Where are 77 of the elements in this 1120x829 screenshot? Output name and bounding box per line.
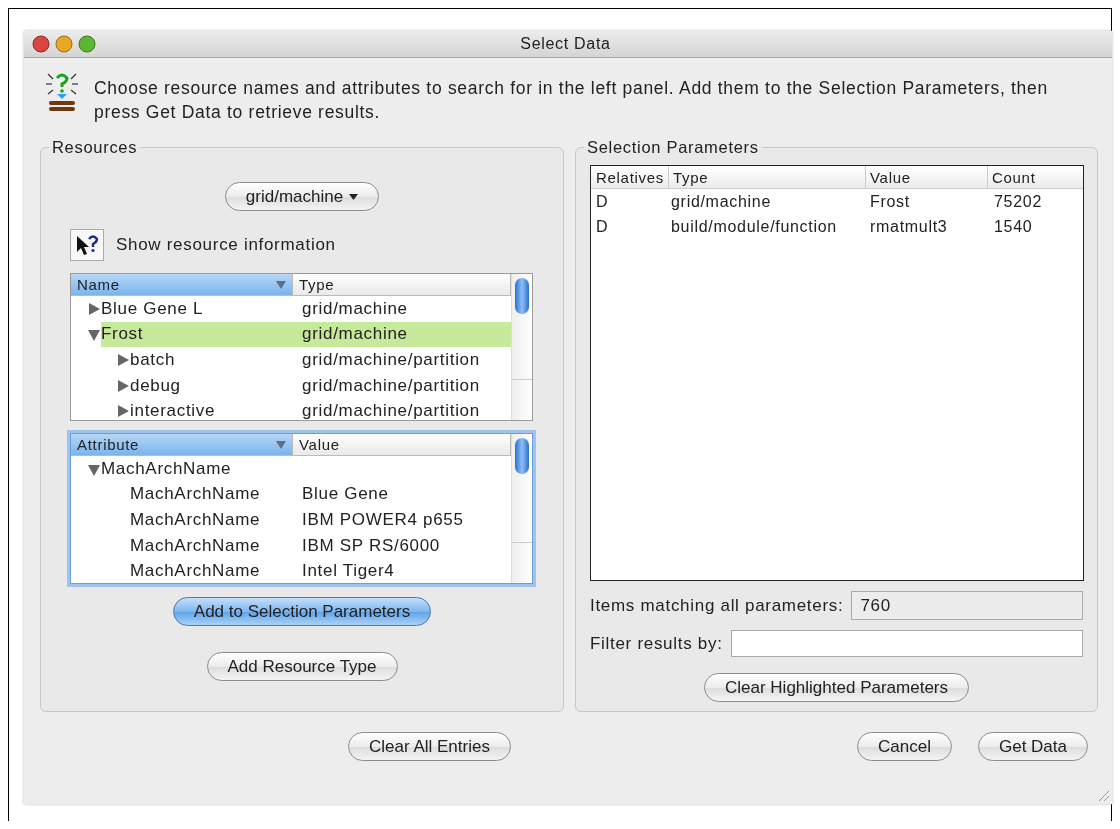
tree-cell-text: batch [130,350,177,370]
sort-arrow-icon [276,440,286,449]
table-cell-text: Frost [869,192,911,211]
column-header[interactable]: Value [866,166,988,188]
matching-count-field: 760 [851,591,1083,620]
scrollbar[interactable] [511,434,532,583]
tree-cell-text: grid/machine/partition [301,375,480,396]
filter-field[interactable] [730,630,1083,657]
table-cell-text: 1540 [993,217,1034,236]
table-cell-text: D [595,217,610,236]
column-header[interactable]: Count [988,166,1083,188]
tree-cell-text: MachArchName [130,535,262,556]
dialog-button[interactable]: Cancel [857,732,952,761]
panel-title: Selection Parameters [586,138,760,157]
attribute-tree[interactable]: Attribute Value MachArchName MachArchName Blue Gene MachArchName IBM POWER4 p655 MachArchName IBM SP RS/6000 MachArchName Intel Tiger4 [70,433,533,584]
tree-cell-text: MachArchName [130,484,262,505]
matching-label: Items matching all parameters: [590,595,844,616]
tree-cell-text: debug [130,375,182,396]
close-icon[interactable] [32,35,50,53]
tree-cell-text: grid/machine [301,298,408,319]
expand-triangle-icon[interactable] [87,301,101,316]
info-label: Show resource information [116,235,336,255]
tree-cell-text: Frost [101,324,145,345]
tree-row[interactable]: interactive grid/machine/partition [130,398,511,420]
clear-highlighted-button[interactable]: Clear Highlighted Parameters [704,673,969,702]
tree-row[interactable]: MachArchName Intel Tiger4 [130,558,511,583]
instruction-text: Choose resource names and attributes to search for in the left panel. Add them to the Selection Parameters, then press Get Data to retrieve results. [94,77,1049,124]
window-title: Select Data [519,35,612,53]
table-cell-text: build/module/function [670,217,838,236]
table-cell-text: grid/machine [670,192,772,211]
expand-triangle-icon[interactable] [116,378,130,393]
add-button[interactable]: Add to Selection Parameters [172,597,432,626]
clear-all-button[interactable]: Clear All Entries [348,732,511,761]
tree-row[interactable]: MachArchName IBM POWER4 p655 [130,507,511,533]
resize-grip-icon[interactable] [1096,788,1110,802]
expand-triangle-icon[interactable] [87,327,101,342]
tree-row[interactable]: Frost grid/machine [101,321,511,348]
add-button[interactable]: Add Resource Type [206,652,398,681]
panel-title: Resources [51,138,139,157]
column-header[interactable]: Relatives [591,166,669,188]
expand-triangle-icon[interactable] [116,404,130,419]
column-header[interactable]: Attribute [71,434,293,455]
tree-cell-text: Blue Gene [301,484,389,505]
minimize-icon[interactable] [55,35,73,53]
tree-cell-text: grid/machine/partition [301,401,480,420]
table-cell-text: rmatmult3 [869,217,949,236]
info-button[interactable] [70,229,104,261]
tree-cell-text: MachArchName [130,561,262,582]
sort-arrow-icon [276,280,286,289]
tree-row[interactable]: MachArchName [101,456,511,482]
expand-triangle-icon[interactable] [116,353,130,367]
tree-row[interactable]: batch grid/machine/partition [130,347,511,373]
caret-icon [349,193,359,200]
table-cell-text: D [595,192,610,211]
tree-cell-text: grid/machine [301,324,408,345]
table-cell-text: 75202 [993,192,1043,211]
tree-cell-text: MachArchName [130,510,262,530]
tree-cell-text: interactive [130,401,217,420]
resource-tree[interactable]: Name Type Blue Gene L grid/machine Frost grid/machine batch grid/machine/partition debug grid/machine/partition interactive grid/machine/partition [70,273,533,421]
tree-cell-text: grid/machine/partition [301,350,480,370]
scrollbar[interactable] [511,274,532,420]
filter-label: Filter results by: [590,633,723,654]
tree-cell-text: Intel Tiger4 [301,561,395,582]
dialog-button[interactable]: Get Data [977,732,1088,761]
column-header[interactable]: Type [669,166,866,188]
tree-cell-text: IBM POWER4 p655 [301,510,464,530]
tree-cell-text: IBM SP RS/6000 [301,535,440,556]
tree-cell-text: MachArchName [101,458,233,479]
pointer-help-icon [74,232,100,258]
resource-type-dropdown[interactable]: grid/machine [224,182,380,211]
tree-row[interactable]: Blue Gene L grid/machine [101,296,511,322]
zoom-icon[interactable] [78,35,96,53]
column-header[interactable]: Name [71,274,293,295]
tree-row[interactable]: MachArchName IBM SP RS/6000 [130,532,511,559]
tree-row[interactable]: MachArchName Blue Gene [130,481,511,508]
tree-row[interactable]: debug grid/machine/partition [130,372,511,399]
tree-cell-text: Blue Gene L [101,298,205,319]
